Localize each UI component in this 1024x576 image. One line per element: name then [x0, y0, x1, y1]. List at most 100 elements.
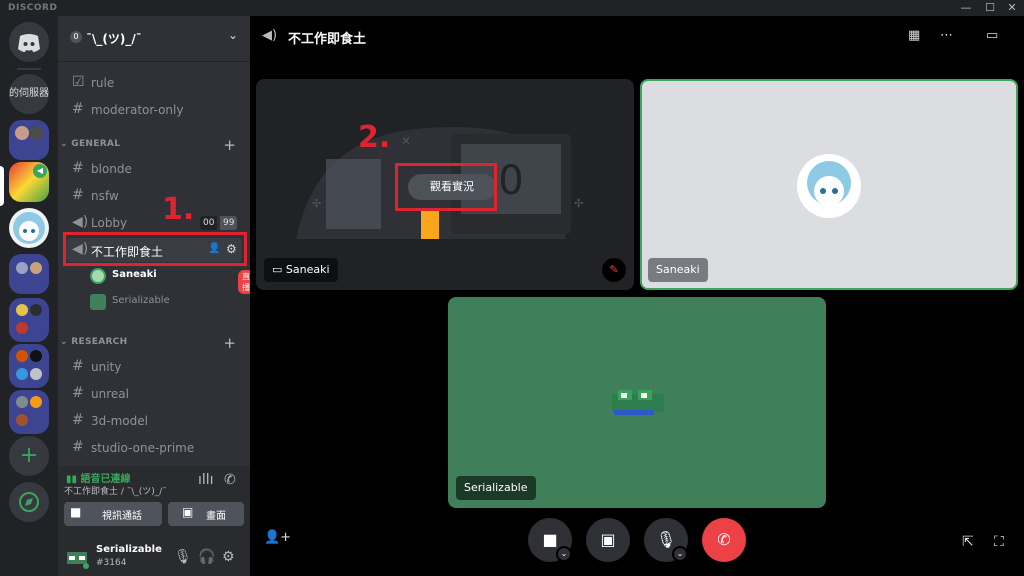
- disconnect-icon[interactable]: ✆: [224, 472, 236, 488]
- add-person-icon[interactable]: 👤+: [264, 530, 291, 545]
- screen-icon: ▣: [182, 505, 194, 519]
- highlight-box-2: [395, 163, 497, 211]
- screen-share-toggle-button[interactable]: ▣: [586, 518, 630, 562]
- tile-name-tag: ▭ Saneaki: [264, 258, 338, 282]
- channel-rule[interactable]: ☑ rule: [66, 71, 242, 95]
- folder-avatars-icon: [16, 262, 42, 274]
- more-options-icon[interactable]: ⋯: [940, 28, 953, 43]
- server-folder-5[interactable]: [9, 390, 49, 434]
- server-active[interactable]: ◀: [9, 162, 49, 202]
- hashtag-icon: #: [72, 439, 84, 455]
- server-folder-1[interactable]: [9, 120, 49, 160]
- server-folder-3[interactable]: [9, 298, 49, 342]
- channel-unreal[interactable]: # unreal: [66, 382, 242, 406]
- chevron-icon: ⌄: [60, 139, 68, 149]
- category-label: RESEARCH: [71, 337, 128, 347]
- explore-servers-button[interactable]: [9, 482, 49, 522]
- chevron-icon: ⌄: [60, 337, 68, 347]
- settings-gear-icon[interactable]: ⚙: [222, 549, 235, 565]
- server-shark[interactable]: [9, 208, 49, 248]
- svg-text:✣: ✣: [574, 197, 583, 210]
- add-channel-icon[interactable]: +: [223, 136, 236, 154]
- folder-avatars-icon: [15, 126, 43, 140]
- mic-options-chevron-icon[interactable]: ⌄: [672, 546, 688, 562]
- camera-icon: ■: [70, 505, 82, 519]
- voice-user-name: Serializable: [112, 295, 170, 306]
- pop-out-icon[interactable]: ⇱: [962, 534, 974, 550]
- disconnect-call-button[interactable]: ✆: [702, 518, 746, 562]
- add-channel-icon[interactable]: +: [223, 334, 236, 352]
- highlight-box-1: [63, 232, 247, 266]
- speaker-icon: ◀): [72, 214, 89, 230]
- hashtag-icon: #: [72, 358, 84, 374]
- step-label-2: 2.: [358, 120, 391, 155]
- hashtag-icon: #: [72, 160, 84, 176]
- video-call-button[interactable]: ■ 視訊通話: [64, 502, 162, 526]
- shark-avatar-icon: [13, 212, 45, 244]
- headphones-icon[interactable]: 🎧: [198, 549, 215, 565]
- muted-mic-icon: ✎: [602, 258, 626, 282]
- maximize-button[interactable]: ☐: [982, 1, 998, 15]
- user-tag: #3164: [96, 558, 127, 568]
- voice-connected-panel: ▮▮ 語音已連線 不工作即食土 / ¯\_(ツ)_/¯ ıllı ✆ ■ 視訊通…: [58, 466, 250, 546]
- step-label-1: 1.: [162, 192, 195, 227]
- tile-name-tag: Saneaki: [648, 258, 708, 282]
- guild-header[interactable]: 0 ¯\_(ツ)_/¯ ⌄: [58, 16, 250, 62]
- layout-grid-icon[interactable]: ▦: [908, 28, 920, 43]
- user-count: 00: [200, 216, 218, 230]
- inbox-icon[interactable]: ▭: [986, 28, 998, 43]
- discord-logo-icon: [18, 34, 40, 52]
- server-folder-4[interactable]: [9, 344, 49, 388]
- microphone-icon[interactable]: 🎙: [174, 549, 192, 565]
- hang-up-icon: ✆: [717, 530, 731, 549]
- close-window-button[interactable]: ✕: [1004, 1, 1020, 15]
- channel-moderator-only[interactable]: # moderator-only: [66, 98, 242, 122]
- svg-text:✣: ✣: [312, 197, 321, 210]
- shark-avatar-icon: [797, 154, 861, 218]
- screen-share-button[interactable]: ▣ 畫面: [168, 502, 244, 526]
- video-call-label: 視訊通話: [102, 511, 142, 522]
- category-general[interactable]: ⌄ GENERAL: [60, 139, 120, 149]
- channel-label: rule: [91, 76, 115, 90]
- channel-studio-one-prime[interactable]: # studio-one-prime: [66, 436, 242, 460]
- channel-label: blonde: [91, 162, 132, 176]
- boost-icon: 0: [70, 31, 82, 43]
- compass-icon: [19, 492, 39, 512]
- user-tile[interactable]: Serializable: [448, 297, 826, 508]
- frog-avatar-icon: [612, 390, 664, 415]
- frog-avatar-icon[interactable]: [64, 546, 90, 570]
- user-tile-speaking[interactable]: Saneaki: [640, 79, 1018, 290]
- channel-unity[interactable]: # unity: [66, 355, 242, 379]
- username: Serializable: [96, 544, 162, 555]
- chevron-down-icon[interactable]: ⌄: [228, 28, 238, 42]
- avatar: [90, 268, 106, 284]
- channel-label: moderator-only: [91, 103, 184, 117]
- noise-suppression-icon[interactable]: ıllı: [198, 472, 214, 488]
- category-label: GENERAL: [71, 139, 121, 149]
- channel-3d-model[interactable]: # 3d-model: [66, 409, 242, 433]
- channel-label: unity: [91, 360, 122, 374]
- camera-options-chevron-icon[interactable]: ⌄: [556, 546, 572, 562]
- minimize-button[interactable]: —: [958, 1, 974, 15]
- guild-name: ¯\_(ツ)_/¯: [86, 32, 142, 46]
- fullscreen-icon[interactable]: ⛶: [994, 534, 1004, 550]
- server-text[interactable]: 的伺服器: [9, 74, 49, 114]
- voice-channel-path[interactable]: 不工作即食土 / ¯\_(ツ)_/¯: [64, 484, 167, 497]
- category-research[interactable]: ⌄ RESEARCH: [60, 337, 127, 347]
- screen-share-icon: ▣: [600, 530, 616, 549]
- channel-label: nsfw: [91, 189, 119, 203]
- hashtag-icon: #: [72, 187, 84, 203]
- hashtag-icon: #: [72, 385, 84, 401]
- channel-sidebar: 0 ¯\_(ツ)_/¯ ⌄ ☑ rule # moderator-only ⌄ …: [58, 16, 254, 576]
- stream-tile[interactable]: 0 ✕ ✣ ✣ 觀看實況 ▭ Saneaki ✎: [256, 79, 634, 290]
- channel-blonde[interactable]: # blonde: [66, 157, 242, 181]
- folder-avatars-icon: [16, 350, 42, 380]
- home-button[interactable]: [9, 22, 49, 62]
- channel-nsfw[interactable]: # nsfw: [66, 184, 242, 208]
- server-folder-2[interactable]: [9, 254, 49, 294]
- folder-avatars-icon: [16, 304, 42, 334]
- folder-avatars-icon: [16, 396, 42, 426]
- rail-separator: [17, 68, 41, 70]
- add-server-button[interactable]: +: [9, 436, 49, 476]
- camera-icon: ■: [542, 530, 558, 549]
